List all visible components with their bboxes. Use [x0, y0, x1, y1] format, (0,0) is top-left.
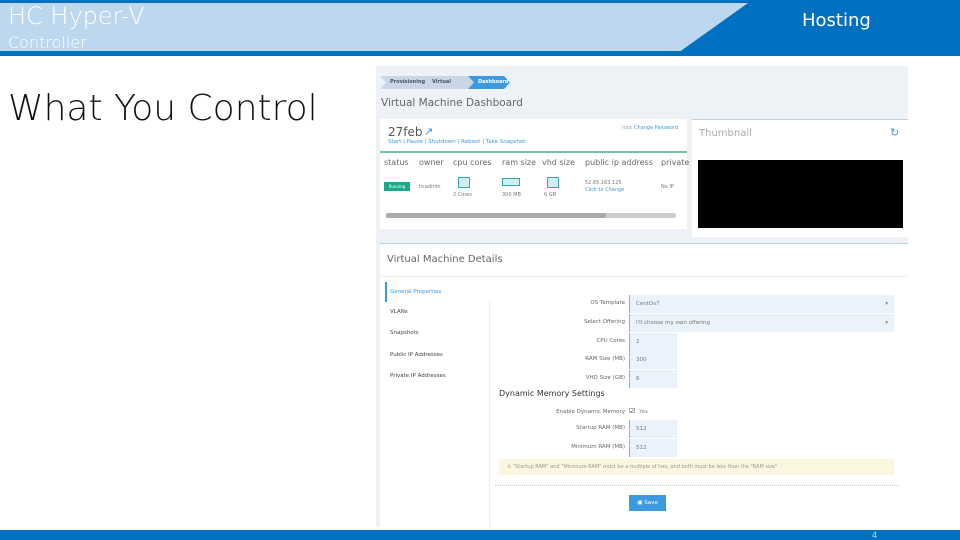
ram-value: 300 MB [502, 192, 521, 198]
col-cpu: cpu cores [453, 158, 492, 167]
divider [489, 300, 490, 527]
slide-title: HC Hyper-V [8, 2, 145, 30]
ip-value: 52.65.163.125 [585, 180, 622, 186]
cpu-icon [458, 177, 470, 188]
col-public-ip: public ip address [585, 158, 653, 167]
col-status: status [384, 158, 409, 167]
divider [495, 485, 899, 486]
ram-size-input[interactable]: 300 [629, 351, 677, 369]
slide-heading: What You Control [8, 88, 318, 129]
vm-thumbnail[interactable] [698, 160, 903, 228]
owner-value: hcadmin [419, 184, 441, 190]
warning-text: "Startup RAM" and "Minimum RAM" must be … [512, 464, 778, 470]
vm-actions[interactable]: Start | Pause | Shutdown | Reboot | Take… [388, 139, 525, 145]
refresh-icon[interactable]: ↻ [890, 126, 899, 139]
offering-label: Select Offering [584, 319, 625, 325]
vhd-size-label: VHD Size (GB) [585, 375, 625, 381]
thumbnail-card: Thumbnail ↻ [692, 119, 908, 237]
col-ram: ram size [502, 158, 537, 167]
horizontal-scrollbar[interactable] [386, 213, 676, 218]
cpu-cores-label: CPU Cores [596, 338, 625, 344]
tab-general-properties[interactable]: General Properties [390, 289, 441, 295]
offering-select[interactable]: I'll choose my own offering ▾ [629, 314, 894, 332]
offering-value: I'll choose my own offering [636, 320, 710, 326]
tab-private-ip[interactable]: Private IP Addresses [390, 373, 446, 379]
slide-footer-bar [0, 530, 960, 540]
change-ip-link[interactable]: Click to Change [585, 187, 624, 193]
details-card: Virtual Machine Details General Properti… [380, 243, 908, 527]
thumbnail-title: Thumbnail [699, 128, 752, 139]
ram-size-label: RAM Size (MB) [585, 356, 625, 362]
breadcrumb-dashboard[interactable]: Dashboard [468, 76, 510, 89]
vm-user: root [622, 125, 633, 131]
cpu-cores-input[interactable]: 2 [629, 333, 677, 351]
enable-dynamic-checkbox[interactable]: ☑ [629, 407, 635, 415]
save-button[interactable]: ▣ Save [629, 495, 666, 511]
warning-note: ⊙ "Startup RAM" and "Minimum RAM" must b… [499, 459, 894, 475]
minimum-ram-label: Minimum RAM (MB) [571, 444, 625, 450]
os-template-label: OS Template [590, 300, 625, 306]
cpu-value: 2 Cores [453, 192, 472, 198]
startup-ram-label: Startup RAM (MB) [576, 425, 625, 431]
col-vhd: vhd size [542, 158, 575, 167]
save-label: Save [644, 500, 658, 506]
tab-public-ip[interactable]: Public IP Addresses [390, 352, 443, 358]
ram-icon [502, 178, 520, 186]
enable-dynamic-value: Yes [639, 409, 648, 415]
external-link-icon[interactable]: ↗ [424, 125, 433, 138]
col-private: private [661, 158, 690, 167]
minimum-ram-input[interactable]: 512 [629, 439, 677, 457]
page-title: Virtual Machine Dashboard [381, 97, 523, 109]
caret-icon: ▾ [885, 320, 888, 326]
startup-ram-input[interactable]: 512 [629, 420, 677, 438]
page-number: 4 [872, 530, 878, 540]
slide-section: Hosting [802, 10, 871, 31]
divider [380, 151, 687, 153]
vhd-value: 6 GB [544, 192, 557, 198]
enable-dynamic-label: Enable Dynamic Memory [556, 409, 625, 415]
divider [380, 276, 908, 277]
private-ip-value: No IP [661, 184, 674, 190]
breadcrumb-provisioning[interactable]: Provisioning [380, 76, 428, 89]
vm-name: 27feb [388, 125, 423, 139]
active-tab-indicator [385, 282, 387, 302]
app-screenshot: Provisioning Virtual Machines Dashboard … [376, 66, 908, 527]
dynamic-memory-title: Dynamic Memory Settings [499, 389, 605, 398]
details-title: Virtual Machine Details [387, 254, 503, 265]
col-owner: owner [419, 158, 444, 167]
tab-snapshots[interactable]: Snapshots [390, 330, 419, 336]
slide-subtitle: Controller [8, 33, 87, 52]
breadcrumb-virtual-machines[interactable]: Virtual Machines [422, 76, 474, 89]
status-badge: Running [384, 182, 410, 191]
change-password-link[interactable]: Change Password [634, 125, 678, 131]
caret-icon: ▾ [885, 301, 888, 307]
disk-icon [547, 177, 559, 188]
tab-vlans[interactable]: VLANs [390, 309, 408, 315]
vhd-size-input[interactable]: 6 [629, 370, 677, 388]
os-template-value: CentOs7 [636, 301, 660, 307]
os-template-select[interactable]: CentOs7 ▾ [629, 295, 894, 313]
